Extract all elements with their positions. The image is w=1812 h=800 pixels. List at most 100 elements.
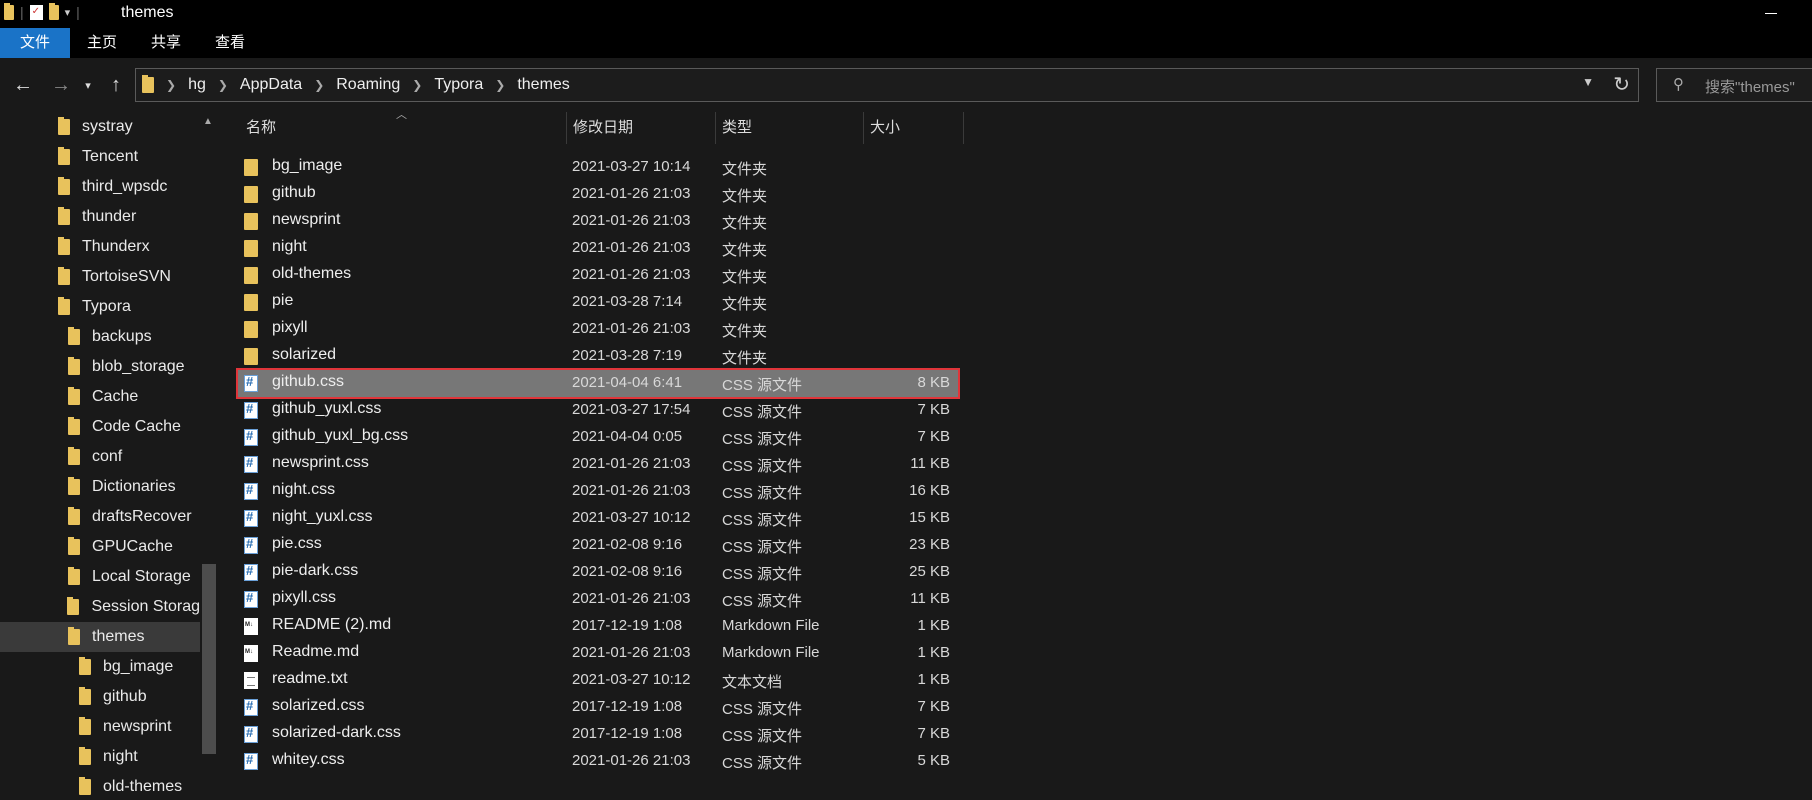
refresh-icon[interactable]: ↻ xyxy=(1613,72,1630,97)
nav-item-dictionaries[interactable]: Dictionaries xyxy=(0,472,200,502)
chevron-right-icon[interactable]: ❯ xyxy=(489,78,511,92)
tab-home[interactable]: 主页 xyxy=(70,28,134,58)
folder-icon xyxy=(67,597,80,615)
search-input[interactable]: ⚲ 搜索"themes" xyxy=(1656,68,1812,102)
file-row[interactable]: github_yuxl.css 2021-03-27 17:54 CSS 源文件 7 … xyxy=(238,397,958,424)
tab-view[interactable]: 查看 xyxy=(198,28,262,58)
chevron-right-icon[interactable]: ❯ xyxy=(406,78,428,92)
nav-item-local-storage[interactable]: Local Storage xyxy=(0,562,200,592)
nav-item-conf[interactable]: conf xyxy=(0,442,200,472)
file-type: CSS 源文件 xyxy=(722,593,803,610)
folder-icon xyxy=(68,447,80,465)
nav-item-tencent[interactable]: Tencent xyxy=(0,142,200,172)
file-row[interactable]: solarized.css 2017-12-19 1:08 CSS 源文件 7 KB xyxy=(238,694,958,721)
nav-item-thunder[interactable]: thunder xyxy=(0,202,200,232)
nav-item-newsprint[interactable]: newsprint xyxy=(0,712,200,742)
properties-icon[interactable]: ✓ xyxy=(29,4,43,20)
nav-item-night[interactable]: night xyxy=(0,742,200,772)
file-row[interactable]: newsprint.css 2021-01-26 21:03 CSS 源文件 11 K… xyxy=(238,451,958,478)
file-name: github.css xyxy=(272,373,345,390)
nav-item-label: Tencent xyxy=(82,148,139,165)
address-bar[interactable]: ❯ hg ❯ AppData ❯ Roaming ❯ Typora ❯ them… xyxy=(135,68,1639,102)
file-row[interactable]: Readme.md 2021-01-26 21:03 Markdown File 1 … xyxy=(238,640,958,667)
file-size: 7 KB xyxy=(917,725,950,742)
nav-item-old-themes[interactable]: old-themes xyxy=(0,772,200,800)
nav-item-github[interactable]: github xyxy=(0,682,200,712)
nav-item-code-cache[interactable]: Code Cache xyxy=(0,412,200,442)
nav-item-blob-storage[interactable]: blob_storage xyxy=(0,352,200,382)
nav-item-session-storag[interactable]: Session Storag xyxy=(0,592,200,622)
nav-item-bg-image[interactable]: bg_image xyxy=(0,652,200,682)
file-row[interactable]: whitey.css 2021-01-26 21:03 CSS 源文件 5 KB xyxy=(238,748,958,775)
scrollbar-thumb[interactable] xyxy=(202,564,216,754)
column-divider[interactable] xyxy=(863,112,864,144)
arrow-right-icon: → xyxy=(51,73,71,96)
scroll-up-icon[interactable]: ▲ xyxy=(203,116,213,127)
nav-item-themes[interactable]: themes xyxy=(0,622,200,652)
column-divider[interactable] xyxy=(566,112,567,144)
column-header-size[interactable]: 大小 xyxy=(870,112,950,144)
file-row[interactable]: bg_image 2021-03-27 10:14 文件夹 xyxy=(238,154,958,181)
file-size: 8 KB xyxy=(917,374,950,391)
breadcrumb-appdata[interactable]: AppData xyxy=(234,76,308,94)
minimize-button[interactable] xyxy=(1758,3,1784,23)
nav-item-cache[interactable]: Cache xyxy=(0,382,200,412)
file-row[interactable]: pie-dark.css 2021-02-08 9:16 CSS 源文件 25 KB xyxy=(238,559,958,586)
file-row[interactable]: github 2021-01-26 21:03 文件夹 xyxy=(238,181,958,208)
new-folder-icon[interactable] xyxy=(48,2,59,20)
breadcrumb-themes[interactable]: themes xyxy=(511,76,575,94)
navigation-scrollbar[interactable]: ▲ xyxy=(202,112,216,800)
nav-item-label: third_wpsdc xyxy=(82,178,168,195)
column-header-name[interactable]: 名称 xyxy=(246,112,546,144)
file-row[interactable]: newsprint 2021-01-26 21:03 文件夹 xyxy=(238,208,958,235)
nav-item-draftsrecover[interactable]: draftsRecover xyxy=(0,502,200,532)
nav-item-systray[interactable]: systray xyxy=(0,112,200,142)
file-row[interactable]: pixyll.css 2021-01-26 21:03 CSS 源文件 11 KB xyxy=(238,586,958,613)
nav-item-tortoisesvn[interactable]: TortoiseSVN xyxy=(0,262,200,292)
nav-item-backups[interactable]: backups xyxy=(0,322,200,352)
file-name: night xyxy=(272,238,307,255)
nav-item-gpucache[interactable]: GPUCache xyxy=(0,532,200,562)
breadcrumb-hg[interactable]: hg xyxy=(182,76,212,94)
file-row[interactable]: old-themes 2021-01-26 21:03 文件夹 xyxy=(238,262,958,289)
file-row[interactable]: night.css 2021-01-26 21:03 CSS 源文件 16 KB xyxy=(238,478,958,505)
nav-item-thunderx[interactable]: Thunderx xyxy=(0,232,200,262)
file-row[interactable]: github_yuxl_bg.css 2021-04-04 0:05 CSS 源文件… xyxy=(238,424,958,451)
file-row[interactable]: github.css 2021-04-04 6:41 CSS 源文件 8 KB xyxy=(236,368,960,399)
file-row[interactable]: night_yuxl.css 2021-03-27 10:12 CSS 源文件 15 … xyxy=(238,505,958,532)
file-row[interactable]: solarized 2021-03-28 7:19 文件夹 xyxy=(238,343,958,370)
tab-file[interactable]: 文件 xyxy=(0,28,70,58)
chevron-right-icon[interactable]: ❯ xyxy=(212,78,234,92)
address-dropdown-icon[interactable]: ▼ xyxy=(1582,75,1594,89)
forward-button[interactable]: → xyxy=(46,58,76,112)
nav-item-typora[interactable]: Typora xyxy=(0,292,200,322)
file-row[interactable]: README (2).md 2017-12-19 1:08 Markdown Fil… xyxy=(238,613,958,640)
breadcrumb-roaming[interactable]: Roaming xyxy=(330,76,406,94)
column-header-date[interactable]: 修改日期 xyxy=(573,112,703,144)
file-row[interactable]: pie.css 2021-02-08 9:16 CSS 源文件 23 KB xyxy=(238,532,958,559)
file-date: 2017-12-19 1:08 xyxy=(572,725,683,742)
breadcrumb-typora[interactable]: Typora xyxy=(428,76,489,94)
chevron-right-icon[interactable]: ❯ xyxy=(308,78,330,92)
file-row[interactable]: pixyll 2021-01-26 21:03 文件夹 xyxy=(238,316,958,343)
chevron-down-icon[interactable]: ▾ xyxy=(65,6,71,19)
recent-locations-button[interactable]: ▾ xyxy=(78,58,98,112)
chevron-right-icon[interactable]: ❯ xyxy=(160,78,182,92)
file-name: whitey.css xyxy=(272,751,345,768)
file-size: 16 KB xyxy=(909,482,950,499)
column-divider[interactable] xyxy=(715,112,716,144)
file-size: 7 KB xyxy=(917,428,950,445)
up-button[interactable]: ↑ xyxy=(104,58,128,112)
column-header-type[interactable]: 类型 xyxy=(722,112,832,144)
nav-item-label: backups xyxy=(92,328,152,345)
file-row[interactable]: pie 2021-03-28 7:14 文件夹 xyxy=(238,289,958,316)
file-row[interactable]: solarized-dark.css 2017-12-19 1:08 CSS 源文件… xyxy=(238,721,958,748)
file-row[interactable]: night 2021-01-26 21:03 文件夹 xyxy=(238,235,958,262)
nav-item-third-wpsdc[interactable]: third_wpsdc xyxy=(0,172,200,202)
file-type: 文件夹 xyxy=(722,215,768,232)
back-button[interactable]: ← xyxy=(8,58,38,112)
folder-icon xyxy=(68,417,80,435)
column-divider[interactable] xyxy=(963,112,964,144)
tab-share[interactable]: 共享 xyxy=(134,28,198,58)
file-row[interactable]: readme.txt 2021-03-27 10:12 文本文档 1 KB xyxy=(238,667,958,694)
